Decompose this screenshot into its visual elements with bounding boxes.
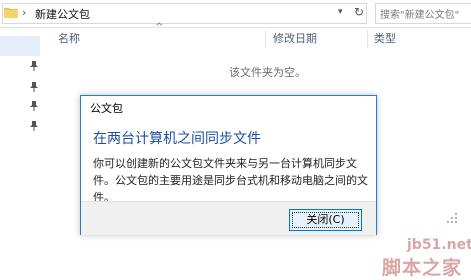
dropdown-icon[interactable]: ▾: [338, 7, 343, 17]
close-button[interactable]: 关闭(C): [289, 209, 362, 231]
search-input[interactable]: 搜索"新建公文包": [375, 3, 471, 24]
sort-up-icon: ^: [155, 22, 164, 33]
column-divider[interactable]: [265, 30, 266, 48]
navigation-pane: [0, 28, 45, 278]
address-bar: › 新建公文包 ▾ ↻ 搜索"新建公文包": [0, 0, 471, 28]
column-header-type[interactable]: 类型: [374, 28, 396, 50]
column-header-modified[interactable]: 修改日期: [273, 28, 317, 50]
pin-icon[interactable]: [30, 121, 38, 131]
column-header-name[interactable]: 名称: [58, 28, 80, 50]
address-path-box[interactable]: › 新建公文包 ▾ ↻: [2, 3, 367, 24]
focus-rectangle: [292, 212, 359, 228]
pin-icon[interactable]: [30, 101, 38, 111]
search-placeholder: 搜索"新建公文包": [380, 10, 460, 21]
column-divider[interactable]: [367, 30, 368, 48]
nav-selected-item[interactable]: [0, 36, 40, 56]
watermark-url: jb51.net: [407, 237, 471, 253]
briefcase-dialog: 公文包 在两台计算机之间同步文件 你可以创建新的公文包文件夹来与另一台计算机同步…: [80, 95, 377, 235]
dialog-footer: 关闭(C): [81, 201, 376, 235]
dialog-heading: 在两台计算机之间同步文件: [93, 131, 261, 147]
watermark-name: 脚本之家: [382, 257, 463, 279]
dialog-title: 公文包: [90, 102, 123, 115]
resize-grip-icon[interactable]: [444, 210, 458, 224]
address-path[interactable]: 新建公文包: [35, 6, 90, 22]
pin-icon[interactable]: [30, 61, 38, 71]
empty-folder-message: 该文件夹为空。: [229, 66, 306, 79]
refresh-icon[interactable]: ↻: [354, 5, 364, 19]
chevron-right-icon[interactable]: ›: [22, 6, 26, 19]
dialog-body-text: 你可以创建新的公文包文件夹来与另一台计算机同步文件。公文包的主要用途是同步台式机…: [93, 157, 368, 204]
folder-icon: [4, 8, 18, 18]
pin-icon[interactable]: [30, 82, 38, 92]
